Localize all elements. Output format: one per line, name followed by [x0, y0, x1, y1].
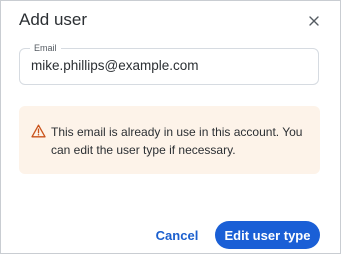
- close-icon: [309, 16, 319, 26]
- dialog-title: Add user: [19, 10, 88, 29]
- alert-message: This email is already in use in this acc…: [51, 125, 303, 157]
- warning-icon: [31, 124, 46, 138]
- edit-user-type-button[interactable]: Edit user type: [215, 221, 320, 249]
- cancel-button[interactable]: Cancel: [151, 221, 203, 249]
- email-field-label: Email: [30, 42, 61, 54]
- warning-alert: This email is already in use in this acc…: [19, 106, 320, 174]
- email-input[interactable]: [31, 58, 311, 73]
- email-field[interactable]: Email: [19, 42, 319, 85]
- close-button[interactable]: [307, 14, 321, 28]
- add-user-dialog: Add user Email This email is already in …: [0, 0, 341, 254]
